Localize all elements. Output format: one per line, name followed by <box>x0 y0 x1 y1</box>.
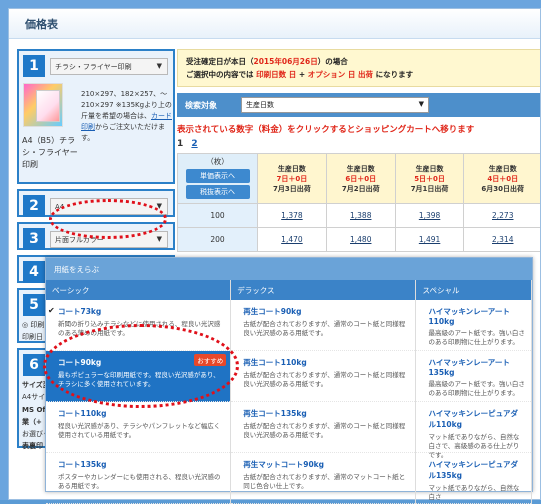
search-target-select[interactable]: 生産日数▼ <box>241 97 429 113</box>
paper-option[interactable]: 再生マットコート90kg 古紙が配合されておりますが、通常のマットコート紙と同じ… <box>231 453 415 504</box>
print-date-sub: 印刷日 <box>22 332 43 342</box>
unit-cell: （枚） 単価表示へ 税抜表示へ <box>178 154 258 204</box>
search-label: 検索対象 <box>185 100 217 111</box>
step-1-product: 1 チラシ・フライヤー印刷▼ A4（B5）チラシ・フライヤー印刷 210×297… <box>17 49 175 184</box>
column-header[interactable]: 生産日数5日＋0日7月1日出荷 <box>395 154 464 204</box>
price-cell[interactable]: 1,480 <box>326 228 395 252</box>
price-cell[interactable]: 1,491 <box>395 228 464 252</box>
shipping-notice: 受注確定日が本日（2015年06月26日）の場合 ご選択中の内容では 印刷日数 … <box>177 49 541 87</box>
paper-column-deluxe: デラックス 再生コート90kg 古紙が配合されておりますが、通常のコート紙と同様… <box>231 280 416 504</box>
table-header-row: （枚） 単価表示へ 税抜表示へ 生産日数7日＋0日7月3日出荷 生産日数6日＋0… <box>178 154 541 204</box>
print-days: 印刷日数 日 <box>256 70 296 79</box>
column-header[interactable]: 生産日数7日＋0日7月3日出荷 <box>258 154 327 204</box>
page-link-2[interactable]: 2 <box>191 139 197 149</box>
unit-price-button[interactable]: 単価表示へ <box>186 169 250 183</box>
page-current: 1 <box>177 139 183 149</box>
click-tip: 表示されている数字（料金）をクリックするとショッピングカートへ移ります <box>177 123 541 135</box>
a4-size-text: A4サイ <box>22 392 45 402</box>
table-row: 100 1,378 1,388 1,398 2,273 <box>178 204 541 228</box>
check-icon: ✔ <box>48 306 55 315</box>
highlight-oval <box>43 324 239 408</box>
paper-option[interactable]: ハイマッキンレーアート135kg 最高級のアート紙です。強い白さのある印刷物に仕… <box>416 351 531 402</box>
step-number: 2 <box>23 195 45 217</box>
paper-option[interactable]: ハイマッキンレーピュアダル135kg マット紙でありながら、自然な白さ <box>416 453 531 504</box>
search-bar: 検索対象 生産日数▼ <box>177 93 541 117</box>
table-row: 200 1,470 1,480 1,491 2,314 <box>178 228 541 252</box>
price-cell[interactable]: 1,470 <box>258 228 327 252</box>
product-description: 210×297、182×257、～210×297 ※135Kgより上の斤量を希望… <box>81 89 173 144</box>
dropdown-arrow-icon: ▼ <box>157 62 162 70</box>
page-title: 価格表 <box>9 9 540 39</box>
price-cell[interactable]: 2,314 <box>464 228 541 252</box>
column-header[interactable]: 生産日数6日＋0日7月2日出荷 <box>326 154 395 204</box>
paper-option[interactable]: 再生コート135kg 古紙が配合されておりますが、通常のコート紙と同様程良い光沢… <box>231 402 415 453</box>
column-header[interactable]: 生産日数4日＋0日6月30日出荷 <box>464 154 541 204</box>
step-number: 4 <box>23 261 45 283</box>
price-cell[interactable]: 1,398 <box>395 204 464 228</box>
column-header-deluxe: デラックス <box>231 280 415 300</box>
step-number: 5 <box>23 294 45 316</box>
column-header-basic: ベーシック <box>46 280 230 300</box>
step-number: 1 <box>23 55 45 77</box>
order-date: 2015年06月26日 <box>254 57 318 66</box>
highlight-oval <box>49 199 167 239</box>
paper-column-special: スペシャル ハイマッキンレーアート110kg 最高級のアート紙です。強い白さのあ… <box>416 280 532 504</box>
quantity-cell: 200 <box>178 228 258 252</box>
product-size-label: A4（B5）チラシ・フライヤー印刷 <box>22 135 78 171</box>
paper-select-popup: 用紙をえらぶ ベーシック ✔ コート73kg 新聞の折り込みチラシなどに使用され… <box>45 257 533 492</box>
step-number: 6 <box>23 354 45 376</box>
paper-option[interactable]: ハイマッキンレーアート110kg 最高級のアート紙です。強い白さのある印刷物に仕… <box>416 300 531 351</box>
tax-excluded-button[interactable]: 税抜表示へ <box>186 185 250 199</box>
paper-option[interactable]: コート110kg 程良い光沢感があり、チラシやパンフレットなど幅広く使用されてい… <box>46 402 230 453</box>
price-cell[interactable]: 1,388 <box>326 204 395 228</box>
ms-office-sub: 業（+ <box>22 417 42 427</box>
step-number: 3 <box>23 228 45 250</box>
price-table: （枚） 単価表示へ 税抜表示へ 生産日数7日＋0日7月3日出荷 生産日数6日＋0… <box>177 153 541 252</box>
product-select[interactable]: チラシ・フライヤー印刷▼ <box>50 58 168 75</box>
paper-option[interactable]: 再生コート90kg 古紙が配合されておりますが、通常のコート紙と同様程良い光沢感… <box>231 300 415 351</box>
pagination: 1 2 <box>177 139 541 149</box>
price-cell[interactable]: 1,378 <box>258 204 327 228</box>
page-background: 価格表 1 チラシ・フライヤー印刷▼ A4（B5）チラシ・フライヤー印刷 210… <box>0 0 541 500</box>
duplex-label: 表裏印 <box>22 441 43 451</box>
flyer-thumbnail-image <box>23 83 63 127</box>
option-days: オプション 日 出荷 <box>308 70 373 79</box>
price-cell[interactable]: 2,273 <box>464 204 541 228</box>
column-header-special: スペシャル <box>416 280 531 300</box>
dropdown-arrow-icon: ▼ <box>157 235 162 243</box>
paper-option[interactable]: ハイマッキンレーピュアダル110kg マット紙でありながら、自然な白さで、高級感… <box>416 402 531 453</box>
popup-title: 用紙をえらぶ <box>46 258 532 280</box>
paper-option[interactable]: 再生コート110kg 古紙が配合されておりますが、通常のコート紙と同様程良い光沢… <box>231 351 415 402</box>
main-content: 受注確定日が本日（2015年06月26日）の場合 ご選択中の内容では 印刷日数 … <box>177 49 541 252</box>
quantity-cell: 100 <box>178 204 258 228</box>
dropdown-arrow-icon: ▼ <box>419 100 424 108</box>
paper-option[interactable]: コート135kg ポスターやカレンダーにも使用される、程良い光沢感のある用紙です… <box>46 453 230 504</box>
